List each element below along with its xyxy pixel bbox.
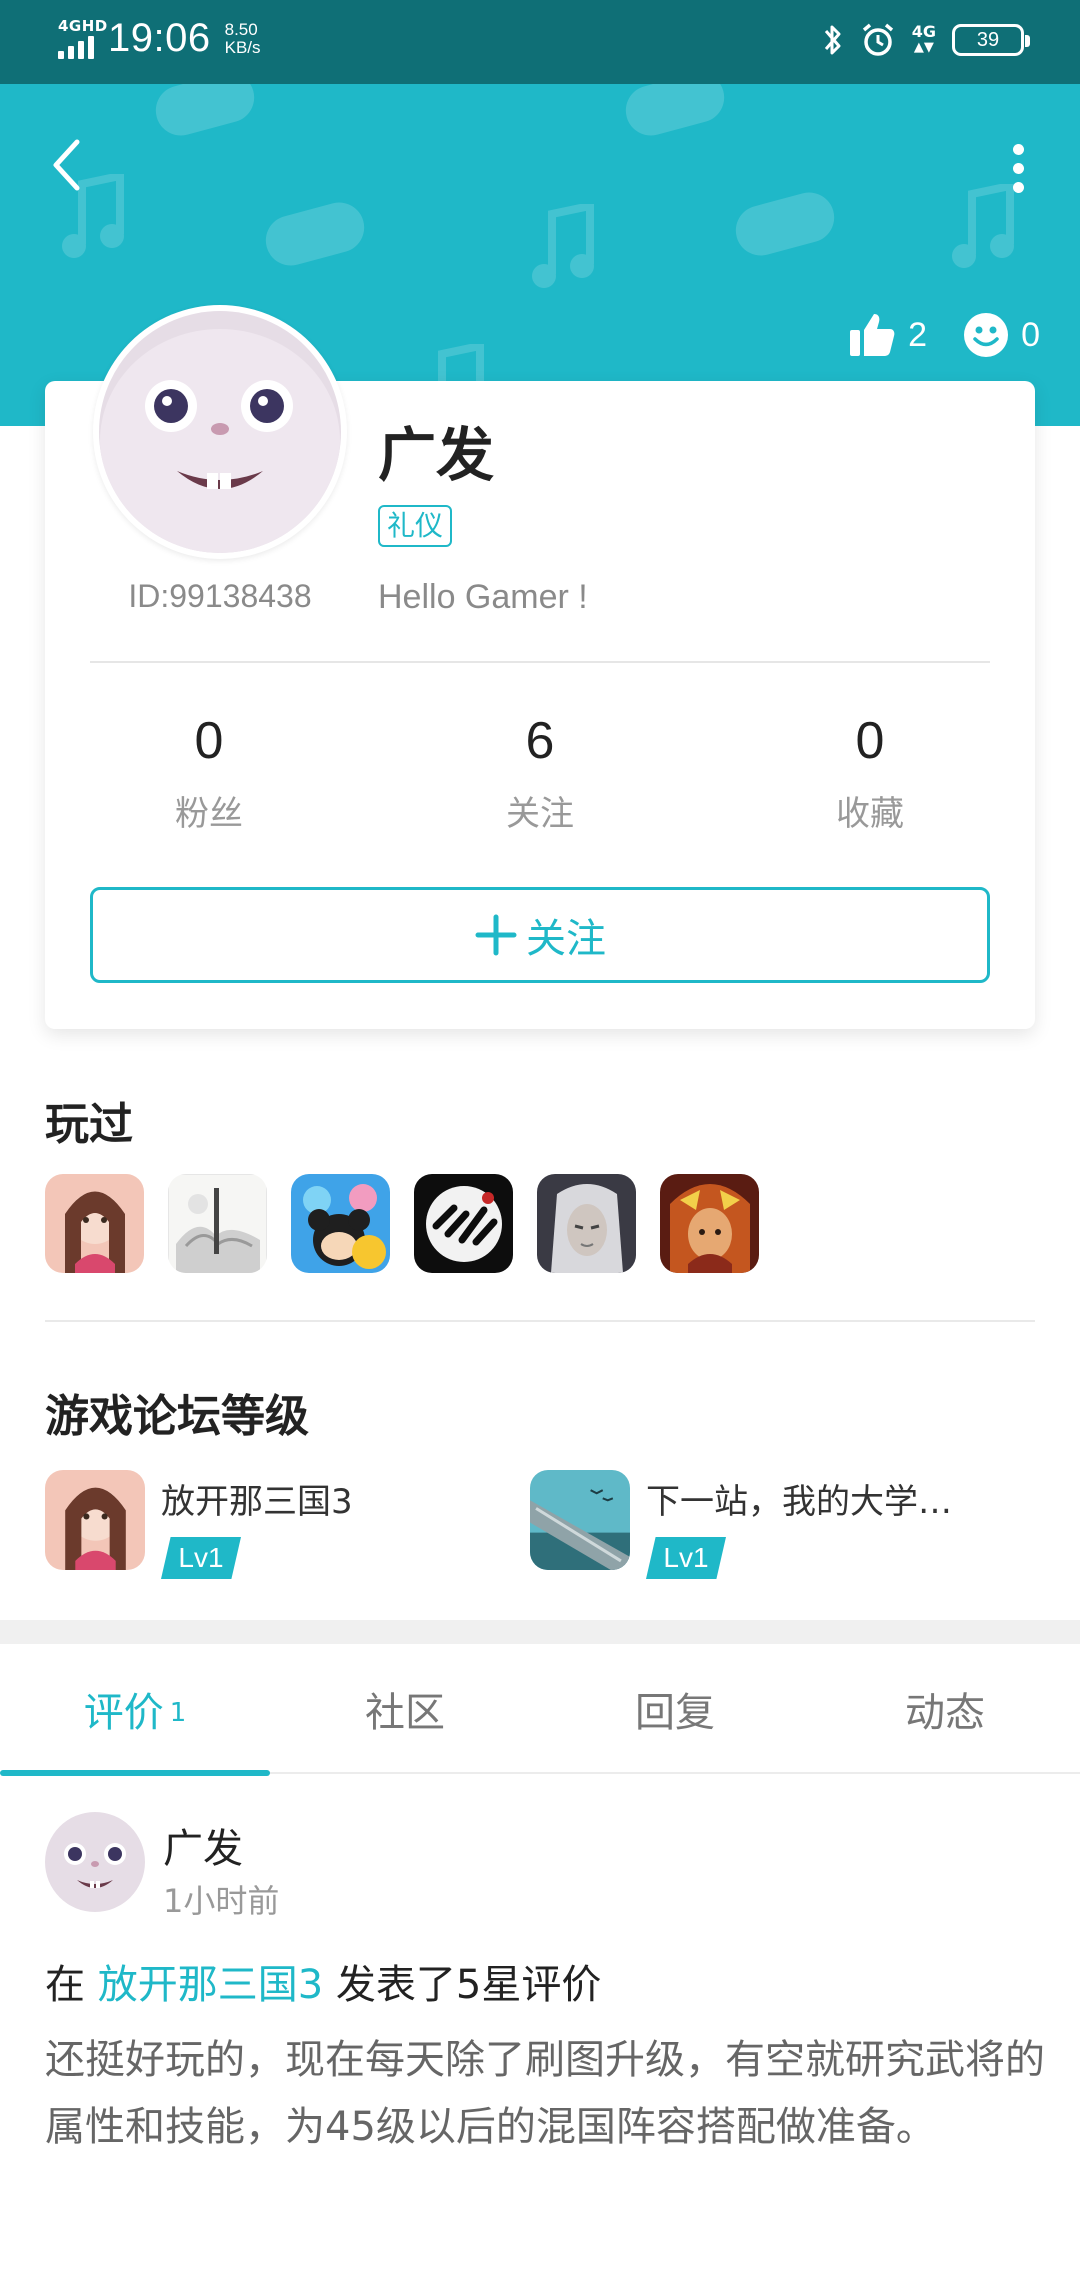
user-name: 广发 (378, 421, 495, 489)
avatar[interactable] (93, 305, 347, 559)
more-dot (1012, 162, 1024, 174)
post-prefix: 在 (45, 1962, 85, 2008)
divider (45, 1320, 1035, 1322)
user-tag-badge: 礼仪 (378, 505, 453, 547)
network-speed: 8.50 KB/s (224, 19, 261, 57)
game-icon[interactable] (45, 1174, 144, 1273)
gamepad-icon (735, 192, 835, 256)
user-id: ID:99138438 (128, 578, 312, 614)
follow-button[interactable]: 关注 (90, 887, 990, 983)
stat-label: 粉丝 (175, 794, 243, 834)
gamepad-icon (625, 84, 725, 136)
user-bio: Hello Gamer ! (378, 578, 588, 616)
tab-activity[interactable]: 动态 (810, 1644, 1080, 1774)
tab-label: 回复 (635, 1690, 715, 1736)
forum-game-name: 下一站，我的大学… (646, 1482, 952, 1522)
stat-value: 0 (855, 712, 885, 770)
more-dot (1012, 143, 1024, 155)
post-author-avatar[interactable] (45, 1812, 145, 1912)
likes-count: 2 (908, 315, 928, 354)
tab-community[interactable]: 社区 (270, 1644, 540, 1774)
signal-icon: 4GHD (58, 17, 107, 59)
stat-label: 收藏 (836, 794, 904, 834)
post-body: 还挺好玩的，现在每天除了刷图升级，有空就研究武将的属性和技能，为45级以后的混国… (45, 2037, 1045, 2150)
gamepad-icon (155, 84, 255, 136)
level-badge: Lv1 (646, 1537, 726, 1579)
favorites-stat[interactable]: 0 收藏 (770, 710, 970, 835)
played-title: 玩过 (45, 1099, 133, 1150)
avatar-image (99, 311, 341, 553)
game-icon[interactable] (537, 1174, 636, 1273)
back-button[interactable] (42, 130, 90, 200)
post-headline: 在 放开那三国3 发表了5星评价 (45, 1952, 601, 2010)
mobile-data-icon: 4G ▲▼ (911, 22, 936, 56)
fans-stat[interactable]: 0 粉丝 (109, 710, 309, 835)
tab-label: 动态 (905, 1690, 985, 1736)
game-icon (45, 1470, 145, 1570)
played-games-list (45, 1174, 759, 1273)
gamepad-icon (265, 202, 365, 266)
post-timestamp: 1小时前 (163, 1882, 280, 1920)
post-game-link[interactable]: 放开那三国3 (98, 1962, 323, 2008)
bluetooth-icon (824, 25, 841, 55)
plus-icon (475, 914, 517, 956)
stat-value: 6 (525, 712, 555, 770)
game-icon[interactable] (168, 1174, 267, 1273)
active-tab-indicator (0, 1770, 270, 1776)
tab-reviews[interactable]: 评价 1 (0, 1644, 270, 1776)
smile-count: 0 (1021, 315, 1040, 354)
avatar-image (45, 1812, 145, 1912)
profile-tabs: 评价 1 社区 回复 动态 (0, 1644, 1080, 1776)
smile-icon (964, 313, 1009, 357)
game-icon[interactable] (414, 1174, 513, 1273)
network-label: 4GHD (58, 16, 108, 35)
status-bar: 4GHD 19:06 8.50 KB/s 4G ▲▼ 39 (0, 0, 1080, 84)
post-suffix: 发表了5星评价 (335, 1962, 602, 2008)
tab-label: 社区 (365, 1690, 445, 1736)
follow-button-label: 关注 (526, 916, 606, 962)
game-icon[interactable] (291, 1174, 390, 1273)
alarm-icon (862, 23, 893, 56)
game-icon (530, 1470, 630, 1570)
stat-value: 0 (194, 712, 224, 770)
section-separator (0, 1620, 1080, 1644)
more-dot (1012, 181, 1024, 193)
level-badge: Lv1 (161, 1537, 241, 1579)
tab-replies[interactable]: 回复 (540, 1644, 810, 1774)
following-stat[interactable]: 6 关注 (440, 710, 640, 835)
thumbs-up-icon (850, 314, 895, 356)
chevron-left-icon (53, 139, 80, 191)
clock: 19:06 (108, 16, 211, 60)
tab-count: 1 (169, 1698, 187, 1728)
music-note-icon (532, 204, 594, 288)
tab-label: 评价 (83, 1690, 164, 1736)
forum-level-title: 游戏论坛等级 (45, 1391, 309, 1442)
stat-label: 关注 (506, 794, 574, 834)
reaction-stats: 2 0 (848, 312, 1040, 358)
game-icon[interactable] (660, 1174, 759, 1273)
divider (90, 661, 990, 663)
like-stat[interactable]: 2 (848, 312, 927, 358)
forum-game-name: 放开那三国3 (161, 1482, 353, 1522)
forum-item[interactable]: 放开那三国3 Lv1 (45, 1470, 353, 1579)
battery-icon: 39 (952, 24, 1030, 56)
smile-stat[interactable]: 0 (963, 312, 1040, 358)
forum-item[interactable]: 下一站，我的大学… Lv1 (530, 1470, 952, 1579)
post-author-name[interactable]: 广发 (163, 1816, 243, 1874)
more-options-button[interactable] (998, 136, 1038, 200)
